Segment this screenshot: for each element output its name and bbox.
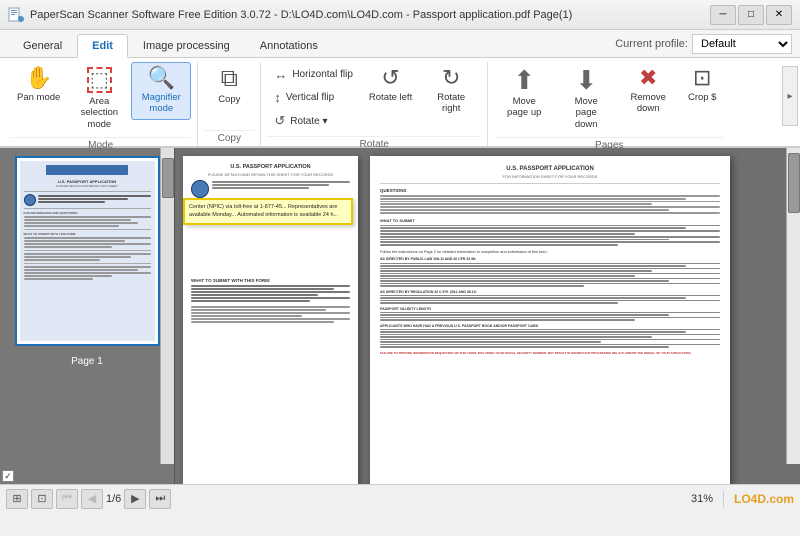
- v-flip-label: Vertical flip: [286, 92, 334, 103]
- pan-mode-label: Pan mode: [17, 92, 60, 103]
- doc-subheader: FOR INFORMATION SHEET FOR YOUR RECORDS: [380, 174, 720, 179]
- pan-icon: ✋: [25, 67, 52, 89]
- scroll-handle[interactable]: [162, 158, 174, 198]
- remove-button[interactable]: ✖ Remove down: [618, 62, 678, 120]
- ribbon-toolbar: ✋ Pan mode ⬚ Area selection mode 🔍 Magni…: [0, 58, 800, 148]
- move-up-icon: ⬆: [513, 67, 535, 93]
- vertical-flip-button[interactable]: ↕ Vertical flip: [267, 87, 360, 108]
- thumbnail-panel: U.S. PASSPORT APPLICATION PLEASE DETACH …: [0, 148, 175, 484]
- thumbnail-checkbox[interactable]: ✓: [2, 470, 14, 482]
- status-bar: ⊞ ⊡ ⏮ ◀ 1/6 ▶ ⏭ 31% LO4D.com: [0, 484, 800, 512]
- window-title: PaperScan Scanner Software Free Edition …: [30, 9, 710, 21]
- title-bar: PaperScan Scanner Software Free Edition …: [0, 0, 800, 30]
- rotate-left-button[interactable]: ↺ Rotate left: [362, 62, 419, 108]
- logo: LO4D.com: [734, 492, 794, 506]
- crop-button[interactable]: ⊡ Crop $: [680, 62, 724, 108]
- copy-button[interactable]: ⧉ Copy: [204, 62, 254, 110]
- main-area: U.S. PASSPORT APPLICATION PLEASE DETACH …: [0, 148, 800, 484]
- remove-label: Remove down: [625, 92, 671, 115]
- crop-label: Crop $: [688, 92, 717, 103]
- document-panel: U.S. PASSPORT APPLICATION PLEASE DETACH …: [175, 148, 800, 484]
- h-flip-label: Horizontal flip: [292, 69, 353, 80]
- nav-next-button[interactable]: ▶: [124, 489, 146, 509]
- pan-mode-button[interactable]: ✋ Pan mode: [10, 62, 67, 108]
- crop-icon: ⊡: [693, 67, 711, 89]
- doc-header: U.S. PASSPORT APPLICATION: [380, 166, 720, 172]
- area-selection-icon: ⬚: [87, 67, 112, 93]
- ribbon-group-pages: ⬆ Move page up ⬇ Move page down ✖ Remove…: [488, 62, 730, 146]
- text-popup: Center (NPIC) via toll-free at 1-877-45.…: [183, 198, 353, 225]
- nav-home-button[interactable]: ⊞: [6, 489, 28, 509]
- rotate-left-icon: ↺: [381, 67, 399, 89]
- profile-select[interactable]: Default: [692, 34, 792, 54]
- nav-prev-button[interactable]: ◀: [81, 489, 103, 509]
- copy-icon: ⧉: [221, 67, 238, 91]
- thumbnail-container[interactable]: U.S. PASSPORT APPLICATION PLEASE DETACH …: [15, 156, 160, 346]
- pages-buttons: ⬆ Move page up ⬇ Move page down ✖ Remove…: [494, 62, 724, 135]
- window-controls: ─ □ ✕: [710, 5, 792, 25]
- nav-first-button[interactable]: ⏮: [56, 489, 78, 509]
- flip-group: ↔ Horizontal flip ↕ Vertical flip ↺ Rota…: [267, 62, 360, 134]
- remove-icon: ✖: [639, 67, 657, 89]
- magnifier-icon: 🔍: [148, 67, 175, 89]
- rotate-buttons: ↔ Horizontal flip ↕ Vertical flip ↺ Rota…: [267, 62, 481, 134]
- h-flip-icon: ↔: [274, 67, 287, 82]
- popup-text: Center (NPIC) via toll-free at 1-877-45.…: [189, 204, 338, 218]
- nav-fit-button[interactable]: ⊡: [31, 489, 53, 509]
- move-page-down-button[interactable]: ⬇ Move page down: [556, 62, 616, 135]
- copy-group-label: Copy: [204, 130, 254, 146]
- magnifier-mode-button[interactable]: 🔍 Magnifier mode: [131, 62, 191, 120]
- tab-image-processing[interactable]: Image processing: [128, 34, 245, 57]
- tab-edit[interactable]: Edit: [77, 34, 128, 58]
- tab-annotations[interactable]: Annotations: [245, 34, 333, 57]
- profile-label: Current profile:: [615, 38, 688, 50]
- app-icon: [8, 7, 24, 23]
- thumbnail-label: Page 1: [71, 356, 103, 367]
- close-button[interactable]: ✕: [766, 5, 792, 25]
- rotate-dropdown-button[interactable]: ↺ Rotate ▾: [267, 110, 360, 132]
- ribbon-tab-bar: General Edit Image processing Annotation…: [0, 30, 800, 58]
- rotate-right-button[interactable]: ↻ Rotate right: [421, 62, 481, 120]
- doc-scrollbar[interactable]: [786, 148, 800, 464]
- area-selection-button[interactable]: ⬚ Area selection mode: [69, 62, 129, 135]
- zoom-level: 31%: [691, 493, 713, 505]
- ribbon-group-mode: ✋ Pan mode ⬚ Area selection mode 🔍 Magni…: [4, 62, 198, 146]
- thumbnail-scrollbar[interactable]: [160, 148, 174, 464]
- mode-buttons: ✋ Pan mode ⬚ Area selection mode 🔍 Magni…: [10, 62, 191, 135]
- copy-label: Copy: [218, 94, 240, 105]
- doc-scroll-handle[interactable]: [788, 153, 800, 213]
- rotate-icon: ↺: [274, 113, 285, 129]
- ribbon-scroll: ▸: [782, 62, 798, 130]
- move-page-up-label: Move page up: [501, 96, 547, 119]
- rotate-dropdown-label: Rotate ▾: [290, 116, 327, 127]
- nav-last-button[interactable]: ⏭: [149, 489, 171, 509]
- move-down-icon: ⬇: [575, 67, 597, 93]
- ribbon-group-copy: ⧉ Copy Copy: [198, 62, 261, 146]
- move-page-down-label: Move page down: [563, 96, 609, 130]
- doc-scroll-track: [787, 148, 800, 464]
- page-navigation: ⊞ ⊡ ⏮ ◀ 1/6 ▶ ⏭: [6, 489, 171, 509]
- magnifier-mode-label: Magnifier mode: [138, 92, 184, 115]
- page-info: 1/6: [106, 493, 121, 505]
- v-flip-icon: ↕: [274, 90, 281, 105]
- ribbon-scroll-button[interactable]: ▸: [782, 66, 798, 126]
- tab-general[interactable]: General: [8, 34, 77, 57]
- rotate-left-label: Rotate left: [369, 92, 412, 103]
- minimize-button[interactable]: ─: [710, 5, 736, 25]
- thumbnail-image: U.S. PASSPORT APPLICATION PLEASE DETACH …: [20, 161, 155, 341]
- maximize-button[interactable]: □: [738, 5, 764, 25]
- copy-buttons: ⧉ Copy: [204, 62, 254, 128]
- rotate-right-icon: ↻: [442, 67, 460, 89]
- rotate-right-label: Rotate right: [428, 92, 474, 115]
- area-selection-label: Area selection mode: [76, 96, 122, 130]
- ribbon-group-rotate: ↔ Horizontal flip ↕ Vertical flip ↺ Rota…: [261, 62, 488, 146]
- scroll-track: [161, 148, 175, 464]
- move-page-up-button[interactable]: ⬆ Move page up: [494, 62, 554, 124]
- horizontal-flip-button[interactable]: ↔ Horizontal flip: [267, 64, 360, 85]
